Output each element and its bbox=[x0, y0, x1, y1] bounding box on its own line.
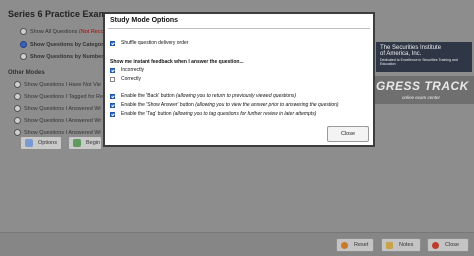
radio-icon[interactable] bbox=[20, 28, 27, 35]
notes-button[interactable]: Notes bbox=[381, 238, 421, 252]
other-mode-item[interactable]: Show Questions I Answered Wr bbox=[14, 129, 101, 136]
other-mode-label: Show Questions I Tagged for Re bbox=[24, 93, 104, 100]
feedback-heading: Show me instant feedback when I answer t… bbox=[110, 59, 244, 65]
option-by-number-label: Show Questions by Number bbox=[30, 53, 104, 60]
other-mode-item[interactable]: Show Questions I Have Not Vie bbox=[14, 81, 101, 88]
tag-checkbox[interactable] bbox=[110, 111, 115, 117]
options-button-label: Options bbox=[38, 140, 57, 146]
institute-name-2: of America, Inc. bbox=[380, 51, 422, 57]
radio-selected-icon[interactable] bbox=[20, 41, 27, 48]
other-modes-heading: Other Modes bbox=[8, 70, 45, 76]
progress-track-wordmark: GRESS TRACK bbox=[376, 79, 469, 93]
reset-icon bbox=[341, 241, 348, 249]
options-button[interactable]: Options bbox=[20, 136, 62, 150]
dialog-close-button[interactable]: Close bbox=[327, 126, 369, 142]
notes-icon bbox=[386, 241, 393, 249]
other-mode-item[interactable]: Show Questions I Answered Wr bbox=[14, 105, 101, 112]
show-answer-option-label: Enable the 'Show Answer' button bbox=[121, 102, 194, 108]
title-divider bbox=[108, 28, 370, 29]
incorrectly-checkbox[interactable] bbox=[110, 67, 115, 73]
notes-label: Notes bbox=[399, 242, 414, 248]
progress-track-tagline: online exam center bbox=[402, 95, 441, 100]
radio-icon[interactable] bbox=[14, 117, 21, 124]
radio-icon[interactable] bbox=[20, 53, 27, 60]
shuffle-option[interactable]: Shuffle question delivery order bbox=[110, 40, 188, 46]
other-mode-label: Show Questions I Answered Wr bbox=[24, 105, 102, 112]
close-icon bbox=[432, 241, 439, 249]
shuffle-checkbox[interactable] bbox=[110, 40, 115, 46]
tag-option-label: Enable the 'Tag' button bbox=[121, 111, 172, 117]
other-mode-item[interactable]: Show Questions I Tagged for Re bbox=[14, 93, 103, 100]
back-button-option[interactable]: Enable the 'Back' button (allowing you t… bbox=[110, 93, 296, 99]
reset-button[interactable]: Reset bbox=[336, 238, 374, 252]
reset-label: Reset bbox=[354, 242, 369, 248]
option-show-all[interactable]: Show All Questions (Not Recom bbox=[20, 28, 108, 35]
show-answer-option[interactable]: Enable the 'Show Answer' button (allowin… bbox=[110, 102, 339, 108]
correctly-option[interactable]: Correctly bbox=[110, 76, 141, 82]
option-by-category[interactable]: Show Questions by Category bbox=[20, 41, 106, 48]
tag-option-note: (allowing you to tag questions for furth… bbox=[172, 111, 317, 117]
other-mode-label: Show Questions I Answered Wr bbox=[24, 117, 102, 124]
radio-icon[interactable] bbox=[14, 81, 21, 88]
begin-button-label: Begin bbox=[86, 140, 101, 146]
option-by-category-label: Show Questions by Category bbox=[30, 41, 107, 48]
back-option-note: (allowing you to return to previously vi… bbox=[176, 93, 297, 99]
begin-button[interactable]: Begin bbox=[68, 136, 102, 150]
footer-close-label: Close bbox=[445, 242, 460, 248]
study-mode-options-dialog: Study Mode Options Shuffle question deli… bbox=[103, 12, 375, 147]
tag-option[interactable]: Enable the 'Tag' button (allowing you to… bbox=[110, 111, 316, 117]
incorrectly-label: Incorrectly bbox=[121, 67, 145, 73]
option-show-all-label: Show All Questions bbox=[30, 28, 78, 35]
correctly-checkbox[interactable] bbox=[110, 76, 115, 82]
option-by-number[interactable]: Show Questions by Number bbox=[20, 53, 103, 60]
show-answer-checkbox[interactable] bbox=[110, 102, 115, 108]
institute-tagline: Dedicated to Excellence in Securities Tr… bbox=[380, 58, 458, 66]
radio-icon[interactable] bbox=[14, 93, 21, 100]
options-icon bbox=[25, 139, 33, 147]
back-option-label: Enable the 'Back' button bbox=[121, 93, 175, 99]
other-mode-label: Show Questions I Have Not Vie bbox=[24, 81, 101, 88]
page-title: Series 6 Practice Exams bbox=[8, 9, 112, 19]
show-answer-option-note: (allowing you to view the answer prior t… bbox=[195, 102, 339, 108]
radio-icon[interactable] bbox=[14, 105, 21, 112]
progress-track-logo: GRESS TRACK online exam center bbox=[372, 76, 474, 104]
radio-icon[interactable] bbox=[14, 129, 21, 136]
shuffle-label: Shuffle question delivery order bbox=[121, 40, 189, 46]
correctly-label: Correctly bbox=[121, 76, 142, 82]
other-mode-item[interactable]: Show Questions I Answered Wr bbox=[14, 117, 101, 124]
footer-close-button[interactable]: Close bbox=[427, 238, 469, 252]
incorrectly-option[interactable]: Incorrectly bbox=[110, 67, 144, 73]
dialog-title: Study Mode Options bbox=[110, 17, 179, 24]
begin-icon bbox=[73, 139, 81, 147]
institute-logo: The Securities Institute of America, Inc… bbox=[376, 42, 472, 72]
back-checkbox[interactable] bbox=[110, 93, 115, 99]
